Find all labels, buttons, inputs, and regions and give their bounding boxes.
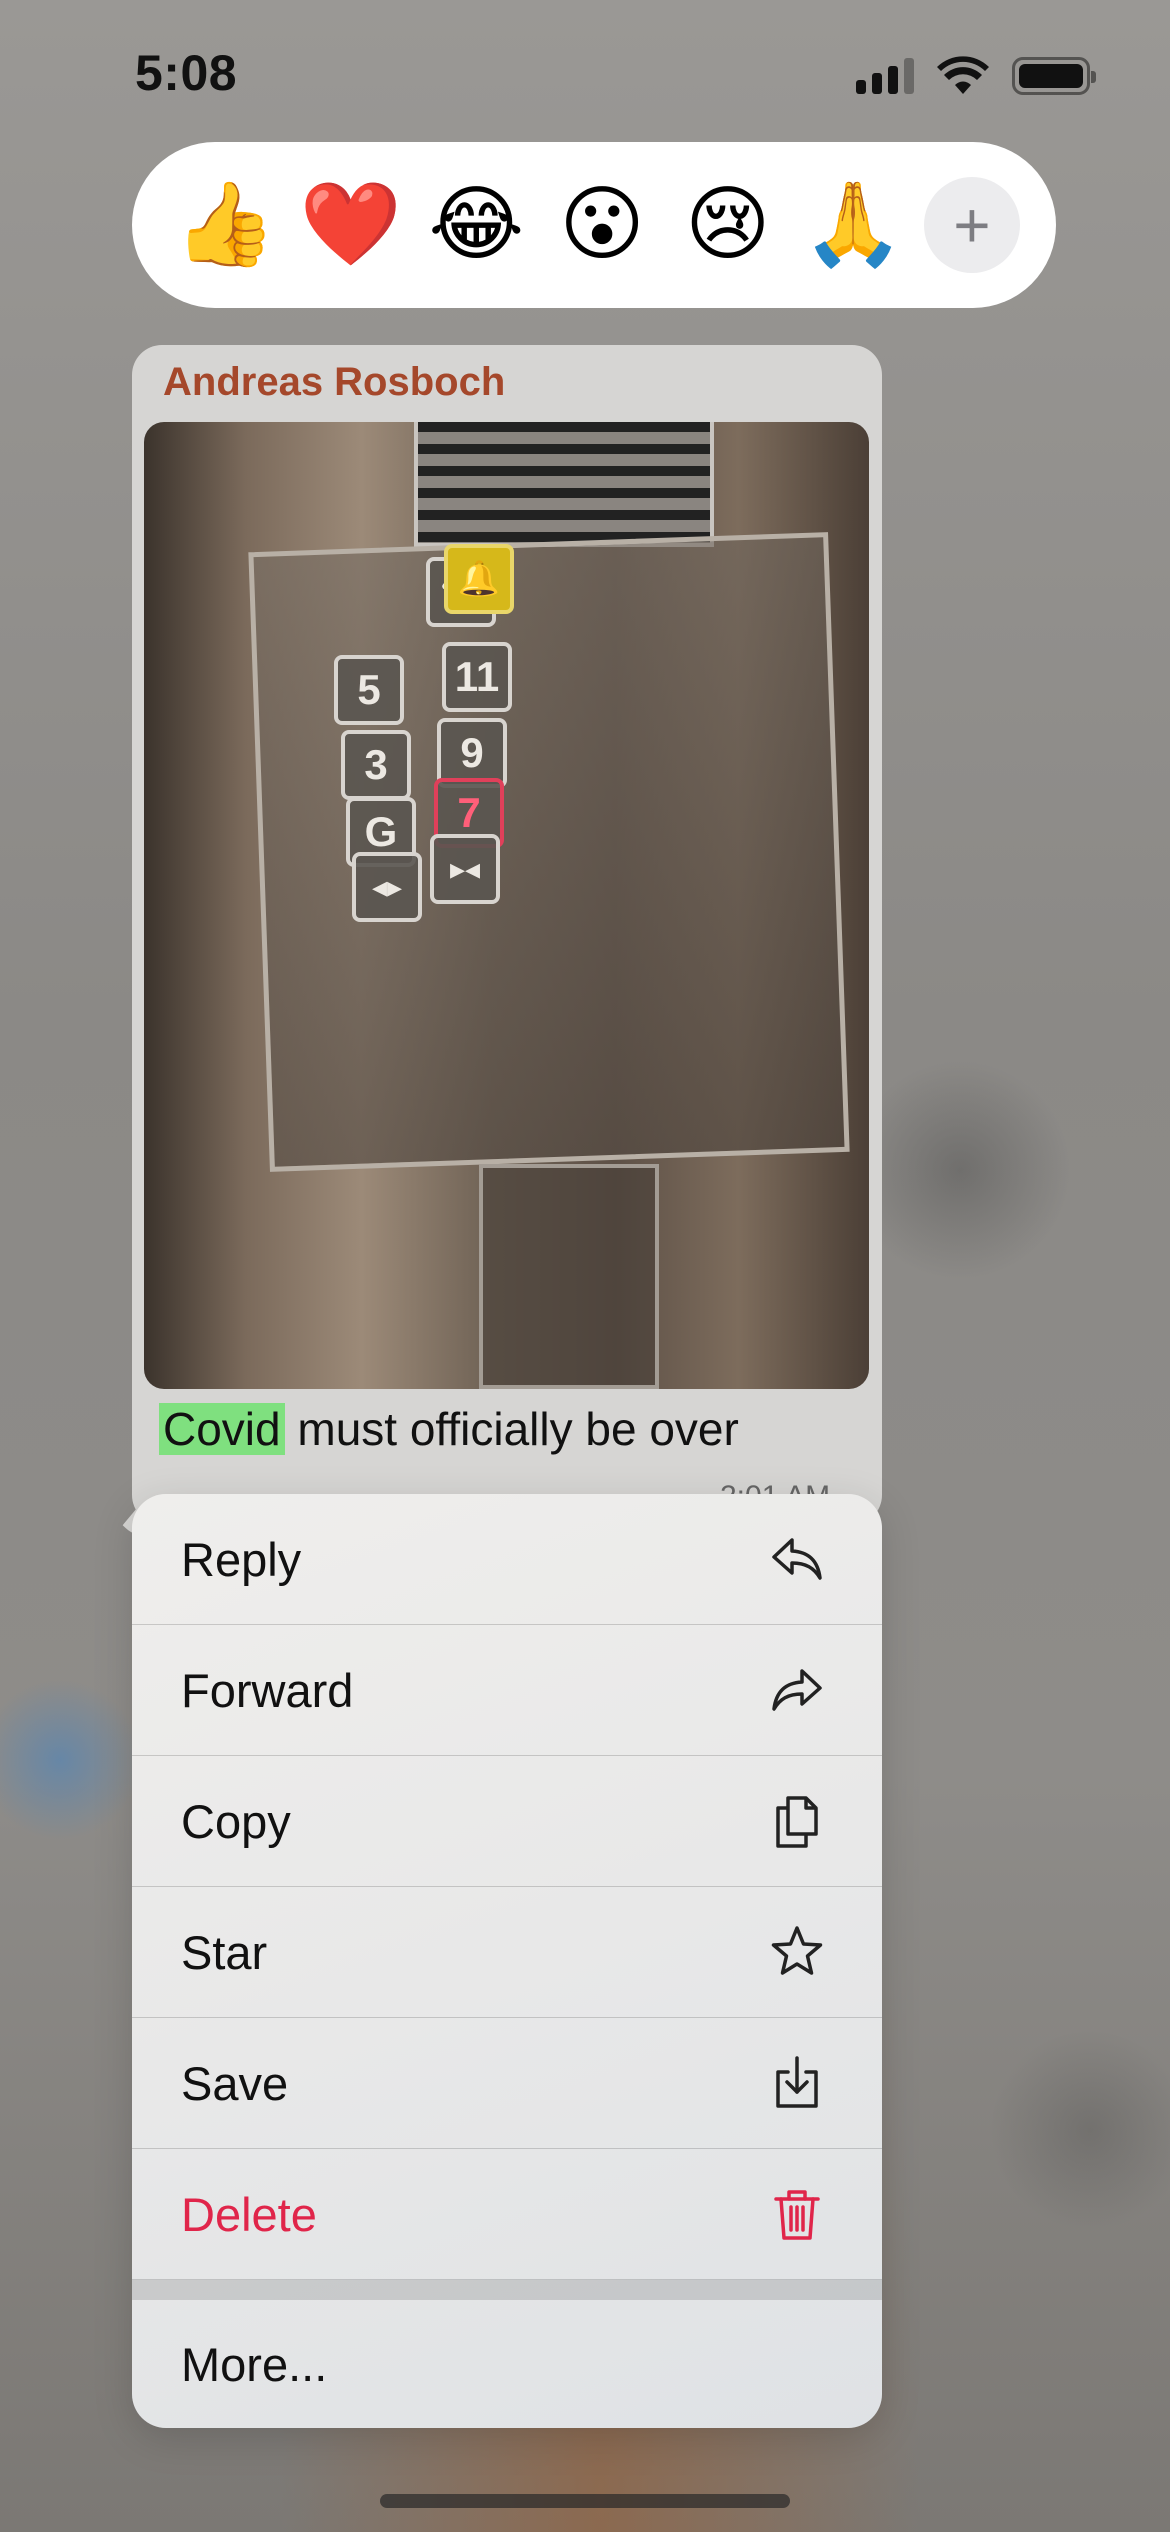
message-photo[interactable]: ☎ 🔔 5 11 3 9 G 7 ◂▸ ▸◂ xyxy=(144,422,869,1389)
battery-icon xyxy=(1012,57,1096,95)
photo-floor-button: 5 xyxy=(334,655,404,725)
search-highlight: Covid xyxy=(159,1403,285,1455)
menu-item-forward[interactable]: Forward xyxy=(132,1625,882,1756)
status-time: 5:08 xyxy=(135,45,238,101)
menu-item-label: Forward xyxy=(181,1663,354,1717)
caption-text: must officially be over xyxy=(284,1403,739,1455)
menu-item-label: Reply xyxy=(181,1532,302,1586)
wifi-icon xyxy=(937,56,989,94)
menu-item-label: Copy xyxy=(181,1794,291,1848)
add-reaction-button[interactable]: + xyxy=(923,177,1020,273)
bell-icon: 🔔 xyxy=(444,544,514,614)
context-menu: Reply Forward Copy Star Save Delete More… xyxy=(132,1494,882,2428)
menu-item-more[interactable]: More... xyxy=(132,2300,882,2428)
trash-icon xyxy=(774,2190,820,2240)
menu-item-label: More... xyxy=(181,2337,328,2391)
menu-item-label: Save xyxy=(181,2056,289,2110)
door-close-icon: ▸◂ xyxy=(430,834,500,904)
menu-item-save[interactable]: Save xyxy=(132,2018,882,2149)
star-icon xyxy=(771,1926,823,1975)
menu-item-copy[interactable]: Copy xyxy=(132,1756,882,1887)
copy-icon xyxy=(776,1796,818,1848)
cellular-signal-icon xyxy=(856,58,914,94)
elevator-vent xyxy=(414,422,714,547)
reply-arrow-icon xyxy=(772,1538,822,1580)
status-icons xyxy=(856,56,1096,96)
reaction-red-heart[interactable]: ❤️ xyxy=(296,170,406,280)
reaction-bar: 👍 ❤️ 😂 😮 😢 🙏 + xyxy=(132,142,1056,308)
menu-item-reply[interactable]: Reply xyxy=(132,1494,882,1625)
elevator-panel xyxy=(248,532,850,1172)
reaction-folded-hands[interactable]: 🙏 xyxy=(798,170,908,280)
save-download-icon xyxy=(776,2056,818,2108)
photo-floor-button: 3 xyxy=(341,730,411,800)
reaction-crying-face[interactable]: 😢 xyxy=(673,170,783,280)
menu-item-label: Delete xyxy=(181,2187,317,2241)
elevator-lower-panel xyxy=(479,1164,659,1389)
photo-floor-button: 11 xyxy=(442,642,512,712)
reaction-tears-of-joy[interactable]: 😂 xyxy=(421,170,531,280)
reaction-thumbs-up[interactable]: 👍 xyxy=(170,170,280,280)
forward-arrow-icon xyxy=(772,1669,822,1711)
menu-item-delete[interactable]: Delete xyxy=(132,2149,882,2280)
home-indicator[interactable] xyxy=(380,2494,790,2508)
menu-separator xyxy=(132,2280,882,2300)
message-caption: Covid must officially be over xyxy=(159,1402,739,1456)
door-open-icon: ◂▸ xyxy=(352,852,422,922)
reaction-surprised-face[interactable]: 😮 xyxy=(547,170,657,280)
sender-name: Andreas Rosboch xyxy=(163,360,506,404)
menu-item-star[interactable]: Star xyxy=(132,1887,882,2018)
menu-item-label: Star xyxy=(181,1925,268,1979)
